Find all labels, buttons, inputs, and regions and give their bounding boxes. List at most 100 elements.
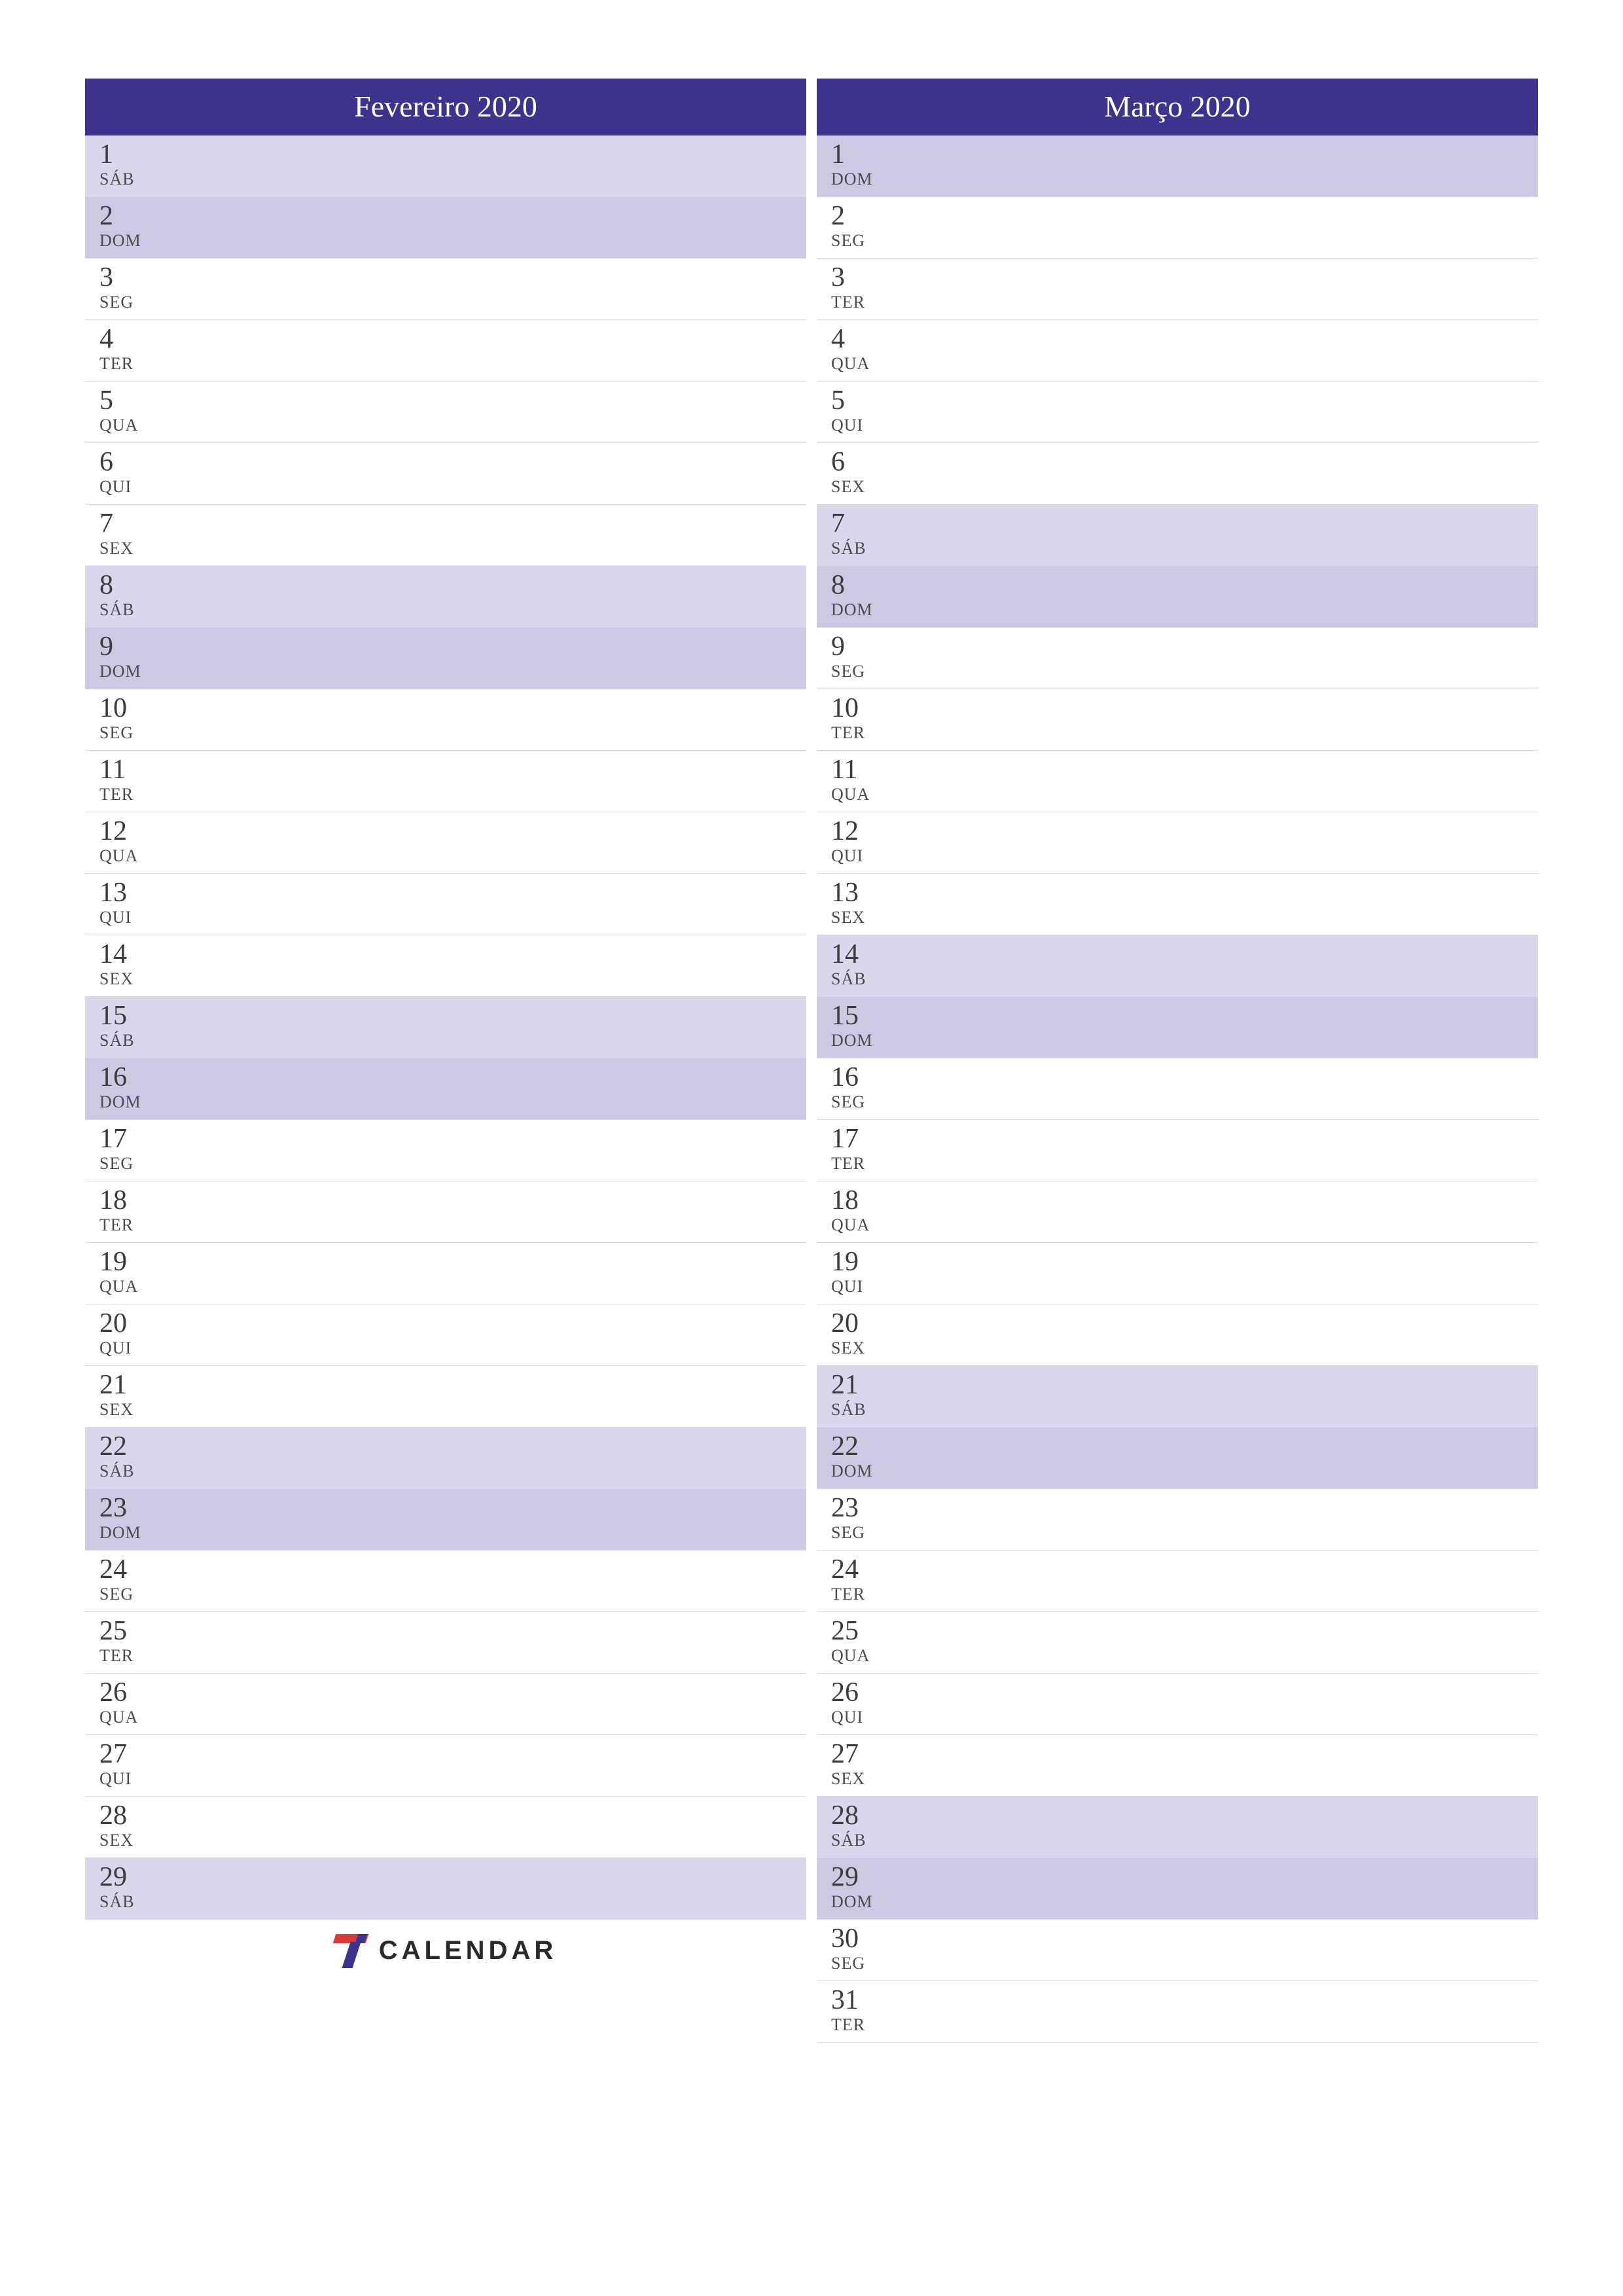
day-number: 21 [831, 1371, 1527, 1399]
day-row: 23DOM [85, 1489, 806, 1551]
day-abbr: SEG [831, 1523, 1527, 1543]
day-abbr: SÁB [831, 969, 1527, 989]
day-abbr: TER [99, 785, 796, 804]
day-abbr: SEX [99, 1400, 796, 1420]
day-row: 15DOM [817, 997, 1538, 1058]
day-number: 9 [99, 633, 796, 660]
month-column-marco: Março 2020 1DOM2SEG3TER4QUA5QUI6SEX7SÁB8… [817, 79, 1538, 2043]
day-number: 6 [831, 448, 1527, 476]
day-row: 5QUA [85, 382, 806, 443]
day-abbr: QUI [99, 477, 796, 497]
day-row: 7 SÁB [817, 505, 1538, 566]
day-abbr: TER [99, 354, 796, 374]
day-row: 9 DOM [85, 628, 806, 689]
day-row: 29SÁB [85, 1858, 806, 1920]
day-abbr: DOM [99, 662, 796, 681]
day-number: 7 [831, 510, 1527, 537]
day-number: 14 [99, 941, 796, 968]
day-number: 25 [831, 1617, 1527, 1645]
day-number: 5 [831, 387, 1527, 414]
day-abbr: SEG [831, 1092, 1527, 1112]
day-number: 7 [99, 510, 796, 537]
day-abbr: DOM [831, 1031, 1527, 1050]
brand-logo-row: CALENDAR [85, 1920, 806, 1981]
day-row: 1SÁB [85, 135, 806, 197]
day-number: 27 [831, 1740, 1527, 1768]
day-number: 18 [831, 1187, 1527, 1214]
day-row: 7SEX [85, 505, 806, 566]
day-row: 1 DOM [817, 135, 1538, 197]
day-abbr: SÁB [831, 539, 1527, 558]
day-number: 15 [831, 1002, 1527, 1030]
day-row: 8DOM [817, 566, 1538, 628]
brand-name: CALENDAR [379, 1936, 557, 1965]
day-abbr: QUI [831, 416, 1527, 435]
day-abbr: SEX [831, 1769, 1527, 1789]
day-number: 22 [831, 1433, 1527, 1460]
day-number: 2 [831, 202, 1527, 230]
day-abbr: DOM [99, 1092, 796, 1112]
day-abbr: QUI [831, 846, 1527, 866]
day-row: 2SEG [817, 197, 1538, 259]
day-abbr: DOM [831, 170, 1527, 189]
day-abbr: DOM [99, 1523, 796, 1543]
day-abbr: QUA [831, 785, 1527, 804]
day-row: 27QUI [85, 1735, 806, 1797]
day-abbr: QUA [99, 1277, 796, 1297]
day-row: 12QUA [85, 812, 806, 874]
day-abbr: SÁB [831, 1400, 1527, 1420]
day-row: 17TER [817, 1120, 1538, 1181]
day-row: 27SEX [817, 1735, 1538, 1797]
day-abbr: QUI [99, 1769, 796, 1789]
day-row: 3SEG [85, 259, 806, 320]
month-days-list: 1DOM2SEG3TER4QUA5QUI6SEX7SÁB8DOM9SEG10TE… [817, 135, 1538, 2043]
day-row: 2DOM [85, 197, 806, 259]
day-abbr: QUA [99, 1708, 796, 1727]
month-header: Fevereiro 2020 [85, 79, 806, 135]
day-row: 10SEG [85, 689, 806, 751]
day-number: 31 [831, 1986, 1527, 2014]
day-number: 13 [831, 879, 1527, 906]
day-row: 28SEX [85, 1797, 806, 1858]
day-abbr: SEG [831, 1954, 1527, 1973]
day-number: 1 [831, 141, 1527, 168]
day-number: 20 [99, 1310, 796, 1337]
day-number: 23 [99, 1494, 796, 1522]
day-number: 12 [99, 817, 796, 845]
day-row: 19QUA [85, 1243, 806, 1304]
day-row: 13QUI [85, 874, 806, 935]
day-number: 29 [831, 1863, 1527, 1891]
day-number: 8 [831, 571, 1527, 599]
day-abbr: SÁB [99, 1892, 796, 1912]
day-abbr: QUA [831, 1215, 1527, 1235]
day-abbr: TER [99, 1215, 796, 1235]
day-abbr: SEX [831, 1338, 1527, 1358]
day-row: 14SEX [85, 935, 806, 997]
day-row: 11 QUA [817, 751, 1538, 812]
day-number: 15 [99, 1002, 796, 1030]
month-days-list: 1SÁB2DOM3SEG4TER5QUA6QUI7SEX8SÁB9DOM10SE… [85, 135, 806, 1920]
day-row: 26QUA [85, 1674, 806, 1735]
day-row: 10TER [817, 689, 1538, 751]
day-abbr: SEX [831, 908, 1527, 927]
day-abbr: DOM [831, 1892, 1527, 1912]
day-number: 16 [831, 1064, 1527, 1091]
day-number: 28 [831, 1802, 1527, 1829]
day-number: 4 [831, 325, 1527, 353]
day-number: 20 [831, 1310, 1527, 1337]
day-row: 5 QUI [817, 382, 1538, 443]
day-abbr: DOM [99, 231, 796, 251]
day-row: 21SEX [85, 1366, 806, 1427]
day-abbr: SEG [831, 231, 1527, 251]
day-row: 15SÁB [85, 997, 806, 1058]
day-abbr: TER [831, 1154, 1527, 1174]
day-row: 18QUA [817, 1181, 1538, 1243]
day-abbr: SEX [99, 1831, 796, 1850]
day-number: 14 [831, 941, 1527, 968]
day-abbr: TER [831, 2015, 1527, 2035]
day-number: 27 [99, 1740, 796, 1768]
day-number: 11 [831, 756, 1527, 783]
day-number: 3 [831, 264, 1527, 291]
day-row: 25TER [85, 1612, 806, 1674]
day-abbr: SÁB [99, 1031, 796, 1050]
